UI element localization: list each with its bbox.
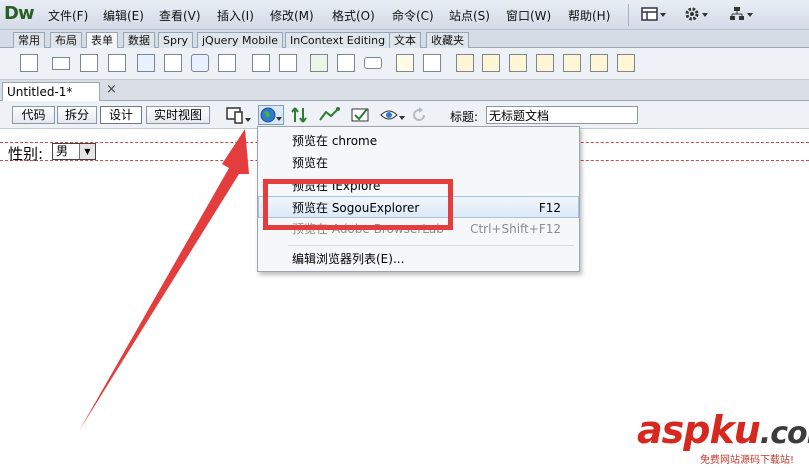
textarea-icon[interactable] xyxy=(108,54,126,72)
spry-textarea-icon[interactable] xyxy=(482,54,500,72)
code-view-button[interactable]: 代码 xyxy=(12,106,55,124)
watermark-text: aspku xyxy=(637,408,761,452)
tab-forms[interactable]: 表单 xyxy=(86,32,118,48)
label-icon[interactable] xyxy=(396,54,414,72)
select-list-icon[interactable] xyxy=(252,54,270,72)
tab-data[interactable]: 数据 xyxy=(123,32,155,48)
browser-check-icon[interactable] xyxy=(318,106,344,124)
menu-commands[interactable]: 命令(C) xyxy=(392,7,434,24)
title-input[interactable] xyxy=(486,106,638,124)
tab-incontext-editing[interactable]: InContext Editing xyxy=(285,32,391,48)
jump-menu-icon[interactable] xyxy=(279,54,297,72)
menu-item-preview-blank[interactable]: 预览在 xyxy=(258,152,579,174)
menu-bar: Dw 文件(F) 编辑(E) 查看(V) 插入(I) 修改(M) 格式(O) 命… xyxy=(0,0,809,30)
gender-select-value: 男 xyxy=(56,144,69,158)
hidden-field-icon[interactable] xyxy=(80,54,98,72)
site-hierarchy-icon[interactable] xyxy=(729,6,755,24)
menu-file[interactable]: 文件(F) xyxy=(48,7,88,24)
annotation-highlight-box xyxy=(263,179,453,230)
menu-separator xyxy=(628,4,629,26)
forms-toolbar xyxy=(0,48,809,80)
spry-text-field-icon[interactable] xyxy=(456,54,474,72)
split-view-button[interactable]: 拆分 xyxy=(57,106,97,124)
menu-window[interactable]: 窗口(W) xyxy=(506,7,551,24)
multiscreen-icon[interactable] xyxy=(226,106,252,126)
chevron-down-icon[interactable]: ▼ xyxy=(79,144,95,159)
document-toolbar: 代码 拆分 设计 实时视图 标题: xyxy=(0,101,809,129)
watermark-logo: aspku.com xyxy=(637,408,809,452)
menu-help[interactable]: 帮助(H) xyxy=(568,7,610,24)
checkbox-group-icon[interactable] xyxy=(164,54,182,72)
menu-item-shortcut: Ctrl+Shift+F12 xyxy=(470,222,561,236)
spry-confirm-icon[interactable] xyxy=(590,54,608,72)
menu-modify[interactable]: 修改(M) xyxy=(270,7,314,24)
menu-item-edit-browser-list[interactable]: 编辑浏览器列表(E)... xyxy=(258,248,579,270)
refresh-icon[interactable] xyxy=(410,106,428,124)
menu-item-preview-chrome[interactable]: 预览在 chrome xyxy=(258,130,579,152)
validate-markup-icon[interactable] xyxy=(350,106,376,124)
menu-separator xyxy=(288,245,574,246)
tab-text[interactable]: 文本 xyxy=(389,32,421,48)
menu-item-label: 预览在 xyxy=(292,156,329,170)
tab-jquery-mobile[interactable]: jQuery Mobile xyxy=(197,32,284,48)
design-view-button[interactable]: 设计 xyxy=(100,106,142,124)
spry-select-icon[interactable] xyxy=(536,54,554,72)
spry-checkbox-icon[interactable] xyxy=(509,54,527,72)
menu-item-label: 编辑浏览器列表(E)... xyxy=(292,252,405,266)
radio-group-icon[interactable] xyxy=(218,54,236,72)
spry-password-icon[interactable] xyxy=(563,54,581,72)
layout-icon[interactable] xyxy=(641,7,667,23)
form-icon[interactable] xyxy=(20,54,38,72)
spry-radio-group-icon[interactable] xyxy=(617,54,635,72)
menu-view[interactable]: 查看(V) xyxy=(159,7,201,24)
insert-panel-tabs: 常用 布局 表单 数据 Spry jQuery Mobile InContext… xyxy=(0,30,809,48)
menu-edit[interactable]: 编辑(E) xyxy=(103,7,144,24)
tab-favorites[interactable]: 收藏夹 xyxy=(426,32,469,48)
live-view-button[interactable]: 实时视图 xyxy=(146,106,210,124)
file-management-icon[interactable] xyxy=(290,106,312,124)
tab-layout[interactable]: 布局 xyxy=(50,32,82,48)
menu-insert[interactable]: 插入(I) xyxy=(217,7,254,24)
title-label: 标题: xyxy=(450,110,479,124)
button-icon[interactable] xyxy=(364,57,382,69)
file-field-icon[interactable] xyxy=(337,54,355,72)
close-icon[interactable]: × xyxy=(106,82,117,97)
visual-aids-icon[interactable] xyxy=(380,106,406,124)
preview-browser-icon[interactable] xyxy=(258,105,284,125)
document-tab-bar: Untitled-1* × xyxy=(0,80,809,101)
radio-button-icon[interactable] xyxy=(191,54,209,72)
checkbox-icon[interactable] xyxy=(137,54,155,72)
menu-format[interactable]: 格式(O) xyxy=(332,7,375,24)
menu-item-shortcut: F12 xyxy=(538,201,561,215)
image-field-icon[interactable] xyxy=(310,54,328,72)
menu-item-label: 预览在 chrome xyxy=(292,134,378,148)
tab-common[interactable]: 常用 xyxy=(13,32,45,48)
watermark-subtitle: 免费网站源码下载站! xyxy=(700,455,795,466)
document-tab[interactable]: Untitled-1* xyxy=(2,82,100,101)
text-field-icon[interactable] xyxy=(52,57,70,70)
tab-spry[interactable]: Spry xyxy=(158,32,193,48)
gender-label: 性别: xyxy=(8,145,44,163)
menu-site[interactable]: 站点(S) xyxy=(449,7,490,24)
app-logo: Dw xyxy=(4,3,35,24)
watermark-suffix: .com xyxy=(759,416,809,451)
fieldset-icon[interactable] xyxy=(423,54,441,72)
gear-icon[interactable] xyxy=(684,6,710,24)
